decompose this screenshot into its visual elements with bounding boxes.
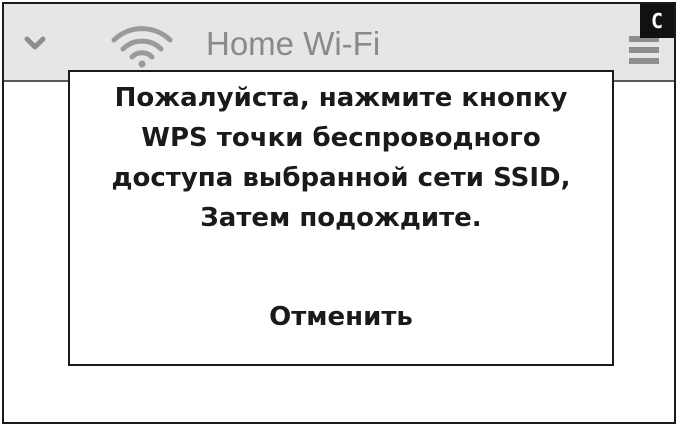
menu-icon[interactable] [629, 36, 659, 72]
corner-badge: C [640, 4, 674, 38]
dialog-message-line: WPS точки беспроводного [141, 123, 541, 153]
dialog-message-line: Пожалуйста, нажмите кнопку [114, 83, 568, 113]
network-name: Home Wi-Fi [206, 25, 381, 62]
dialog-message: Пожалуйста, нажмите кнопку WPS точки бес… [70, 78, 612, 238]
dialog-message-line: Затем подождите. [200, 203, 482, 233]
wps-dialog: Пожалуйста, нажмите кнопку WPS точки бес… [68, 70, 614, 366]
wifi-icon [111, 26, 173, 68]
cancel-button[interactable]: Отменить [190, 294, 492, 340]
dialog-message-line: доступа выбранной сети SSID, [111, 163, 571, 193]
chevron-down-icon[interactable] [24, 32, 46, 54]
